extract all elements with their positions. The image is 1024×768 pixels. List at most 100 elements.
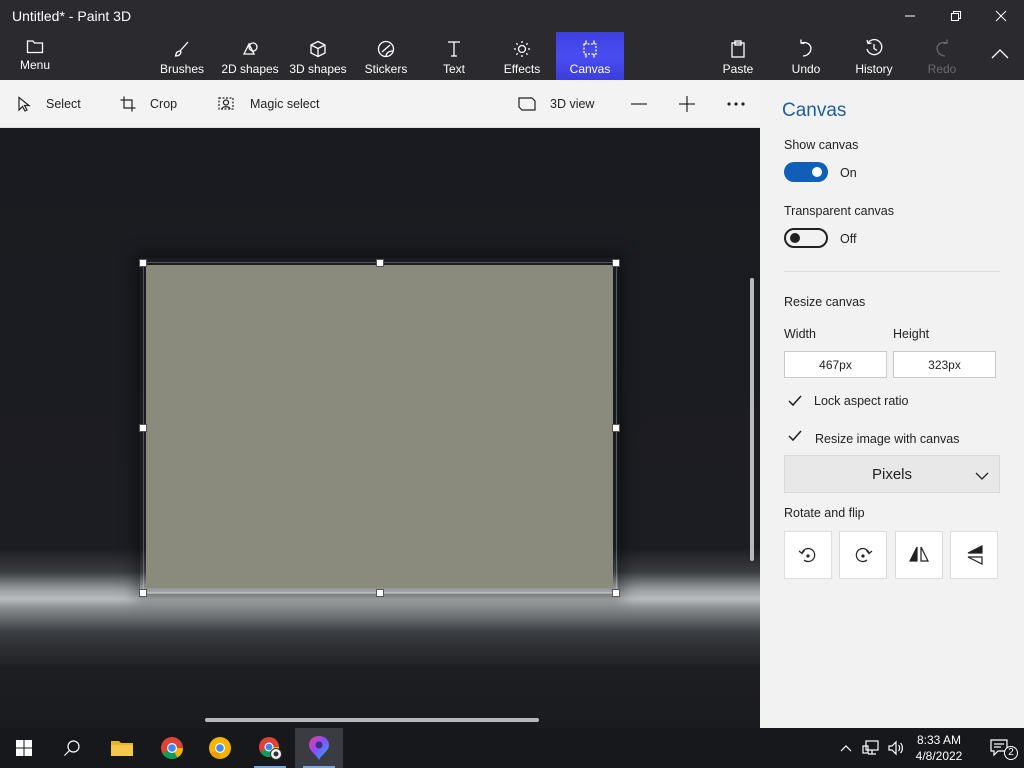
file-explorer-button[interactable] (98, 728, 146, 768)
lock-aspect-checkbox[interactable] (784, 390, 806, 412)
tab-text[interactable]: Text (430, 32, 478, 80)
show-canvas-label: Show canvas (784, 138, 859, 152)
window-title: Untitled* - Paint 3D (12, 8, 132, 24)
show-hidden-icons-button[interactable] (834, 728, 858, 768)
history-label: History (855, 62, 893, 76)
tab-2d-shapes[interactable]: 2D shapes (219, 32, 281, 80)
resize-image-label: Resize image with canvas (815, 432, 960, 446)
minus-icon (631, 103, 647, 105)
tab-brushes-label: Brushes (159, 62, 205, 76)
3d-view-label: 3D view (550, 97, 595, 111)
clock-date: 4/8/2022 (915, 749, 963, 763)
chrome-button[interactable] (148, 728, 196, 768)
resize-handle-right[interactable] (612, 424, 620, 432)
canvas-selection-frame (143, 262, 617, 593)
clock[interactable]: 8:33 AM 4/8/2022 (910, 732, 968, 764)
resize-handle-top-left[interactable] (139, 259, 147, 267)
width-input[interactable]: 467px (784, 351, 887, 378)
toggle-knob (790, 233, 800, 243)
cursor-icon (18, 96, 31, 112)
tab-canvas-label: Canvas (569, 62, 611, 76)
lock-aspect-label: Lock aspect ratio (814, 394, 909, 408)
minimize-button[interactable] (887, 0, 933, 32)
3d-view-icon (518, 97, 536, 111)
chevron-up-icon (991, 49, 1009, 59)
folder-icon (111, 741, 133, 756)
sun-icon (514, 41, 530, 57)
canvas-icon (583, 40, 597, 58)
rotate-left-button[interactable] (784, 531, 832, 579)
start-button[interactable] (0, 728, 48, 768)
flip-horizontal-icon (909, 546, 929, 562)
tab-stickers[interactable]: Stickers (361, 32, 411, 80)
tab-effects[interactable]: Effects (498, 32, 546, 80)
tab-canvas[interactable]: Canvas (556, 32, 624, 80)
search-button[interactable] (48, 728, 96, 768)
redo-button[interactable]: Redo (918, 32, 966, 80)
paint3d-icon (309, 736, 329, 760)
checkmark-icon (788, 395, 802, 407)
tab-effects-label: Effects (503, 62, 541, 76)
tab-3d-shapes-label: 3D shapes (289, 62, 347, 76)
history-button[interactable]: History (848, 32, 900, 80)
speaker-icon (888, 740, 903, 756)
resize-handle-top[interactable] (376, 259, 384, 267)
menu-label: Menu (19, 58, 51, 72)
zoom-out-button[interactable] (630, 80, 648, 128)
flip-horizontal-button[interactable] (895, 531, 943, 579)
volume-button[interactable] (884, 728, 908, 768)
resize-handle-bottom[interactable] (376, 589, 384, 597)
flip-vertical-icon (967, 545, 983, 565)
tab-stickers-label: Stickers (364, 62, 408, 76)
brush-icon (174, 41, 189, 57)
3d-view-toggle[interactable]: 3D view (518, 80, 594, 128)
paint3d-button[interactable] (295, 728, 343, 768)
crop-tool[interactable]: Crop (120, 80, 177, 128)
sticker-icon (377, 40, 395, 58)
action-center-button[interactable]: 2 (976, 728, 1024, 768)
close-button[interactable] (978, 0, 1024, 32)
network-button[interactable] (858, 728, 884, 768)
magic-select-tool[interactable]: Magic select (218, 80, 319, 128)
units-value: Pixels (871, 465, 912, 483)
rotate-right-button[interactable] (839, 531, 887, 579)
chrome-icon (161, 737, 183, 759)
flip-vertical-button[interactable] (950, 531, 998, 579)
clipboard-icon (731, 40, 745, 58)
divider (784, 271, 1000, 272)
menu-button[interactable]: Menu (10, 32, 60, 80)
resize-handle-bottom-left[interactable] (139, 589, 147, 597)
units-dropdown[interactable]: Pixels (784, 455, 1000, 493)
ribbon: Menu Brushes 2D shapes 3D shapes Sticker… (0, 32, 1024, 80)
resize-handle-top-right[interactable] (612, 259, 620, 267)
height-input[interactable]: 323px (893, 351, 996, 378)
resize-image-checkbox[interactable] (784, 425, 806, 447)
ellipsis-icon (727, 102, 745, 106)
magic-select-label: Magic select (250, 97, 320, 111)
chrome-profile-button[interactable] (246, 728, 294, 768)
tab-3d-shapes[interactable]: 3D shapes (288, 32, 348, 80)
crop-icon (120, 96, 136, 112)
resize-handle-left[interactable] (139, 424, 147, 432)
restore-button[interactable] (933, 0, 979, 32)
width-label: Width (784, 327, 816, 341)
resize-handle-bottom-right[interactable] (612, 589, 620, 597)
redo-icon (936, 39, 948, 57)
tab-brushes[interactable]: Brushes (156, 32, 208, 80)
more-options-button[interactable] (726, 80, 746, 128)
workspace[interactable] (0, 128, 760, 728)
select-tool[interactable]: Select (16, 80, 81, 128)
collapse-ribbon-button[interactable] (982, 32, 1018, 80)
show-canvas-toggle[interactable] (784, 162, 828, 182)
transparent-canvas-label: Transparent canvas (784, 204, 895, 218)
transparent-canvas-toggle[interactable] (784, 228, 828, 248)
undo-button[interactable]: Undo (782, 32, 830, 80)
chrome-canary-button[interactable] (196, 728, 244, 768)
horizontal-scrollbar[interactable] (205, 718, 539, 722)
paste-button[interactable]: Paste (714, 32, 762, 80)
crop-label: Crop (150, 97, 178, 111)
chevron-up-icon (840, 745, 852, 752)
zoom-in-button[interactable] (678, 80, 696, 128)
resize-canvas-label: Resize canvas (784, 295, 866, 309)
vertical-scrollbar[interactable] (750, 278, 754, 561)
